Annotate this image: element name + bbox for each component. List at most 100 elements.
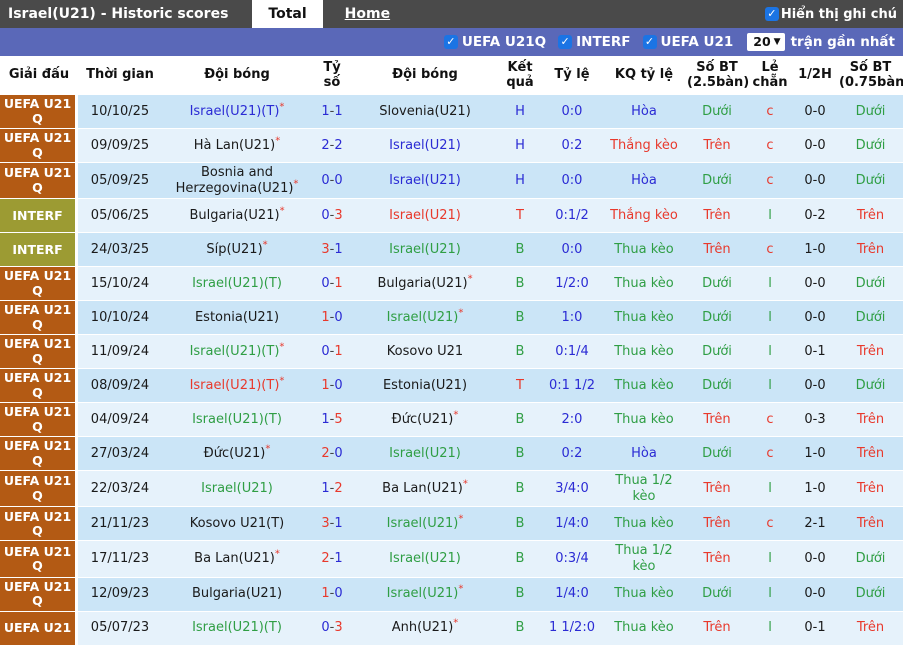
- date-cell: 05/09/25: [78, 163, 162, 198]
- ou25-cell: Trên: [686, 129, 748, 162]
- away-team: Israel(U21): [352, 233, 498, 266]
- col-header-odds: Tỷ lệ: [542, 65, 602, 86]
- score-cell: 3-1: [312, 507, 352, 540]
- ou075-cell: Dưới: [838, 301, 903, 334]
- odd-even-cell: l: [748, 267, 792, 300]
- half-score-cell: 2-1: [792, 507, 838, 540]
- score-cell: 3-1: [312, 233, 352, 266]
- home-team: Israel(U21)(T): [162, 612, 312, 645]
- odds-result-cell: Hòa: [602, 163, 686, 198]
- page-title: Israel(U21) - Historic scores: [0, 6, 238, 22]
- ou25-cell: Trên: [686, 199, 748, 232]
- odd-even-cell: c: [748, 403, 792, 436]
- date-cell: 21/11/23: [78, 507, 162, 540]
- score-cell: 0-3: [312, 612, 352, 645]
- odds-result-cell: Thua kèo: [602, 267, 686, 300]
- tab-home[interactable]: Home: [329, 0, 406, 28]
- chevron-down-icon: ▼: [774, 37, 781, 47]
- filter-label: UEFA U21Q: [462, 34, 546, 50]
- match-row: UEFA U21 Q05/09/25Bosnia and Herzegovina…: [0, 163, 903, 199]
- date-cell: 22/03/24: [78, 471, 162, 506]
- note-star-icon: *: [453, 410, 458, 421]
- filter-interf[interactable]: ✓ INTERF: [558, 34, 630, 50]
- half-score-cell: 1-0: [792, 233, 838, 266]
- date-cell: 05/06/25: [78, 199, 162, 232]
- show-notes-toggle[interactable]: ✓ Hiển thị ghi chú: [765, 7, 903, 22]
- league-cell: UEFA U21 Q: [0, 301, 78, 334]
- away-team: Anh(U21)*: [352, 612, 498, 645]
- odd-even-cell: c: [748, 163, 792, 198]
- ou075-cell: Trên: [838, 612, 903, 645]
- match-row: UEFA U21 Q10/10/24Estonia(U21)1-0Israel(…: [0, 301, 903, 335]
- odds-cell: 3/4:0: [542, 471, 602, 506]
- result-cell: B: [498, 471, 542, 506]
- ou075-cell: Dưới: [838, 369, 903, 402]
- match-count-value: 20: [753, 34, 770, 49]
- odds-cell: 2:0: [542, 403, 602, 436]
- odd-even-cell: c: [748, 95, 792, 128]
- half-score-cell: 0-0: [792, 95, 838, 128]
- date-cell: 10/10/25: [78, 95, 162, 128]
- match-row: UEFA U21 Q09/09/25Hà Lan(U21)*2-2Israel(…: [0, 129, 903, 163]
- score-cell: 0-1: [312, 267, 352, 300]
- odds-result-cell: Thua kèo: [602, 233, 686, 266]
- odd-even-cell: l: [748, 471, 792, 506]
- date-cell: 27/03/24: [78, 437, 162, 470]
- odds-result-cell: Thua kèo: [602, 612, 686, 645]
- result-cell: T: [498, 199, 542, 232]
- score-cell: 1-0: [312, 301, 352, 334]
- home-team: Bulgaria(U21): [162, 578, 312, 611]
- checkbox-checked-icon[interactable]: ✓: [558, 35, 572, 49]
- odds-cell: 1 1/2:0: [542, 612, 602, 645]
- match-row: UEFA U21 Q04/09/24Israel(U21)(T)1-5Đức(U…: [0, 403, 903, 437]
- match-row: INTERF24/03/25Síp(U21)*3-1Israel(U21)B0:…: [0, 233, 903, 267]
- league-cell: INTERF: [0, 233, 78, 266]
- filter-label: INTERF: [576, 34, 630, 50]
- half-score-cell: 0-0: [792, 267, 838, 300]
- odds-cell: 0:3/4: [542, 541, 602, 576]
- odd-even-cell: l: [748, 301, 792, 334]
- odd-even-cell: l: [748, 612, 792, 645]
- away-team: Israel(U21): [352, 129, 498, 162]
- ou25-cell: Trên: [686, 507, 748, 540]
- odds-result-cell: Thua kèo: [602, 507, 686, 540]
- ou075-cell: Dưới: [838, 578, 903, 611]
- league-cell: INTERF: [0, 199, 78, 232]
- half-score-cell: 0-0: [792, 129, 838, 162]
- col-header-odd-even: Lẻ chẵn: [748, 58, 792, 94]
- league-cell: UEFA U21 Q: [0, 578, 78, 611]
- col-header-home-team: Đội bóng: [162, 65, 312, 86]
- checkbox-checked-icon[interactable]: ✓: [765, 7, 779, 21]
- note-star-icon: *: [468, 274, 473, 285]
- odds-cell: 0:1/2: [542, 199, 602, 232]
- home-team: Israel(U21)(T): [162, 403, 312, 436]
- show-notes-label: Hiển thị ghi chú: [781, 7, 897, 22]
- filter-uefa-u21q[interactable]: ✓ UEFA U21Q: [444, 34, 546, 50]
- match-table-body: UEFA U21 Q10/10/25Israel(U21)(T)*1-1Slov…: [0, 95, 903, 646]
- filter-uefa-u21[interactable]: ✓ UEFA U21: [643, 34, 734, 50]
- match-row: UEFA U21 Q17/11/23Ba Lan(U21)*2-1Israel(…: [0, 541, 903, 577]
- note-star-icon: *: [279, 376, 284, 387]
- half-score-cell: 0-3: [792, 403, 838, 436]
- away-team: Israel(U21): [352, 437, 498, 470]
- score-cell: 1-0: [312, 369, 352, 402]
- checkbox-checked-icon[interactable]: ✓: [643, 35, 657, 49]
- result-cell: T: [498, 369, 542, 402]
- ou075-cell: Trên: [838, 233, 903, 266]
- match-row: UEFA U21 Q12/09/23Bulgaria(U21)1-0Israel…: [0, 578, 903, 612]
- date-cell: 11/09/24: [78, 335, 162, 368]
- home-team: Israel(U21)(T): [162, 267, 312, 300]
- date-cell: 08/09/24: [78, 369, 162, 402]
- score-cell: 1-1: [312, 95, 352, 128]
- result-cell: B: [498, 335, 542, 368]
- note-star-icon: *: [279, 342, 284, 353]
- score-cell: 1-2: [312, 471, 352, 506]
- half-score-cell: 1-0: [792, 471, 838, 506]
- half-score-cell: 0-0: [792, 578, 838, 611]
- checkbox-checked-icon[interactable]: ✓: [444, 35, 458, 49]
- odd-even-cell: c: [748, 437, 792, 470]
- match-count-suffix: trận gần nhất: [791, 34, 895, 50]
- date-cell: 05/07/23: [78, 612, 162, 645]
- match-count-select[interactable]: 20 ▼: [747, 33, 784, 51]
- tab-total[interactable]: Total: [252, 0, 322, 28]
